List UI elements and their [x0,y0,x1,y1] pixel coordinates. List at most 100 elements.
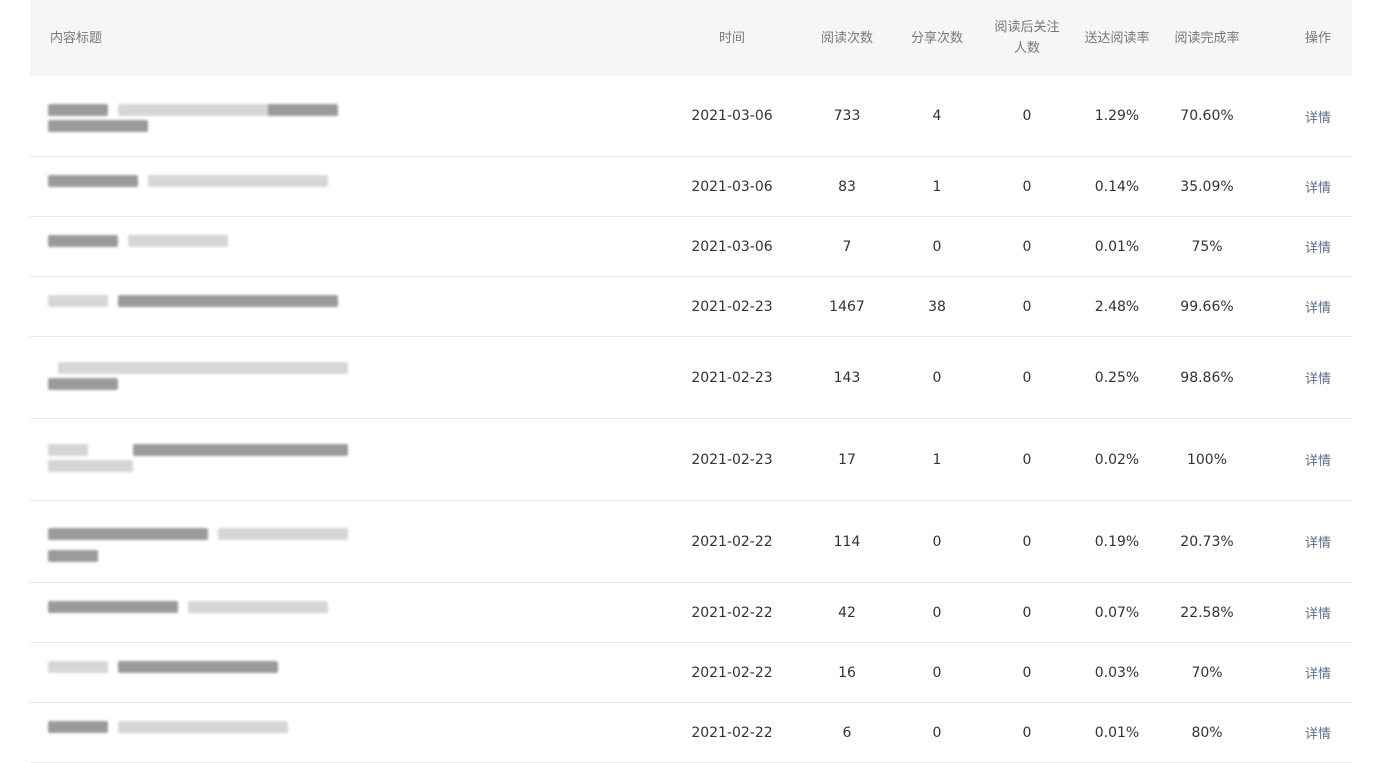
cell-shares: 0 [932,664,942,681]
details-link[interactable]: 详情 [1305,450,1331,469]
details-link[interactable]: 详情 [1305,532,1331,551]
cell-follows: 0 [1022,451,1032,468]
table-header: 内容标题 时间 阅读次数 分享次数 阅读后关注 人数 送达阅读率 阅读完成率 操… [30,0,1352,76]
cell-time: 2021-03-06 [691,108,773,124]
details-cell: 详情 [1278,277,1358,336]
blur-block [148,174,328,187]
table-row: 2021-02-23 1467 38 0 2.48% 99.66% 详情 [30,277,1352,337]
cell-time: 2021-02-22 [691,533,773,550]
header-shares: 分享次数 [910,30,963,46]
details-link[interactable]: 详情 [1305,107,1331,126]
cell-complete-rate: 70.60% [1180,108,1234,124]
table-row: 2021-02-22 114 0 0 0.19% 20.73% 详情 [30,501,1352,583]
blurred-title [48,651,348,695]
header-time: 时间 [718,30,745,46]
blur-block [48,294,108,307]
cell-reach-rate: 0.03% [1094,664,1140,681]
blurred-title [48,285,348,329]
cell-reads: 733 [833,108,861,124]
cell-follows: 0 [1022,664,1032,681]
header-follows-line1: 阅读后关注 [994,20,1060,35]
header-follows-line2: 人数 [1013,41,1040,56]
cell-reach-rate: 1.29% [1094,108,1140,124]
cell-reach-rate: 2.48% [1094,298,1140,315]
cell-reads: 6 [842,724,852,741]
table-row: 2021-03-06 733 4 0 1.29% 70.60% 详情 [30,76,1352,157]
cell-shares: 0 [932,238,942,255]
cell-reads: 42 [838,604,856,621]
blurred-title [48,591,348,635]
blur-block [48,549,98,562]
table-row: 2021-03-06 7 0 0 0.01% 75% 详情 [30,217,1352,277]
cell-reads: 16 [838,664,856,681]
details-cell: 详情 [1278,157,1358,216]
details-cell: 详情 [1278,76,1358,156]
cell-complete-rate: 75% [1191,238,1223,255]
cell-complete-rate: 80% [1191,724,1223,741]
details-cell: 详情 [1278,337,1358,418]
table-row: 2021-02-22 6 0 0 0.01% 80% 详情 [30,703,1352,763]
details-link[interactable]: 详情 [1305,603,1331,622]
cell-complete-rate: 70% [1191,664,1223,681]
cell-reads: 7 [842,238,852,255]
details-link[interactable]: 详情 [1305,237,1331,256]
details-link[interactable]: 详情 [1305,723,1331,742]
details-cell: 详情 [1278,419,1358,500]
blur-block [118,294,338,307]
blurred-title [48,711,348,755]
cell-reads: 143 [833,369,861,386]
cell-follows: 0 [1022,108,1032,124]
header-reads: 阅读次数 [820,30,873,46]
blurred-title [48,94,348,138]
cell-complete-rate: 100% [1186,451,1228,468]
details-cell: 详情 [1278,501,1358,582]
cell-follows: 0 [1022,178,1032,195]
cell-reach-rate: 0.25% [1094,369,1140,386]
details-link[interactable]: 详情 [1305,177,1331,196]
blurred-title [48,438,348,482]
cell-complete-rate: 35.09% [1180,178,1234,195]
cell-time: 2021-02-22 [691,724,773,741]
cell-time: 2021-02-23 [691,369,773,386]
cell-shares: 0 [932,724,942,741]
blurred-title [48,520,348,564]
blur-block [48,377,118,390]
cell-reach-rate: 0.07% [1094,604,1140,621]
cell-reach-rate: 0.02% [1094,451,1140,468]
details-link[interactable]: 详情 [1305,297,1331,316]
details-cell: 详情 [1278,583,1358,642]
header-action: 操作 [1304,30,1331,46]
cell-time: 2021-02-23 [691,451,773,468]
content-table: 内容标题 时间 阅读次数 分享次数 阅读后关注 人数 送达阅读率 阅读完成率 操… [30,0,1352,763]
cell-follows: 0 [1022,298,1032,315]
blurred-title [48,165,348,209]
table-body: 2021-03-06 733 4 0 1.29% 70.60% 详情 2021-03-06 83… [30,76,1352,763]
cell-complete-rate: 98.86% [1180,369,1234,386]
cell-shares: 0 [932,604,942,621]
table-row: 2021-02-22 16 0 0 0.03% 70% 详情 [30,643,1352,703]
cell-reads: 17 [838,451,856,468]
details-link[interactable]: 详情 [1305,663,1331,682]
table-row: 2021-02-22 42 0 0 0.07% 22.58% 详情 [30,583,1352,643]
blur-block [58,361,348,374]
blur-block [268,104,338,116]
blur-block [48,443,88,456]
details-link[interactable]: 详情 [1305,368,1331,387]
cell-shares: 1 [932,451,942,468]
cell-time: 2021-02-22 [691,604,773,621]
cell-time: 2021-02-22 [691,664,773,681]
cell-complete-rate: 22.58% [1180,604,1234,621]
blur-block [118,660,278,673]
cell-follows: 0 [1022,238,1032,255]
cell-follows: 0 [1022,533,1032,550]
cell-follows: 0 [1022,724,1032,741]
cell-shares: 0 [932,369,942,386]
header-follows: 阅读后关注 人数 [977,0,1077,76]
blur-block [218,527,348,540]
blur-block [48,459,133,472]
blur-block [48,120,148,132]
cell-time: 2021-02-23 [691,298,773,315]
cell-reads: 114 [833,533,861,550]
cell-reach-rate: 0.01% [1094,238,1140,255]
header-title: 内容标题 [50,30,103,46]
